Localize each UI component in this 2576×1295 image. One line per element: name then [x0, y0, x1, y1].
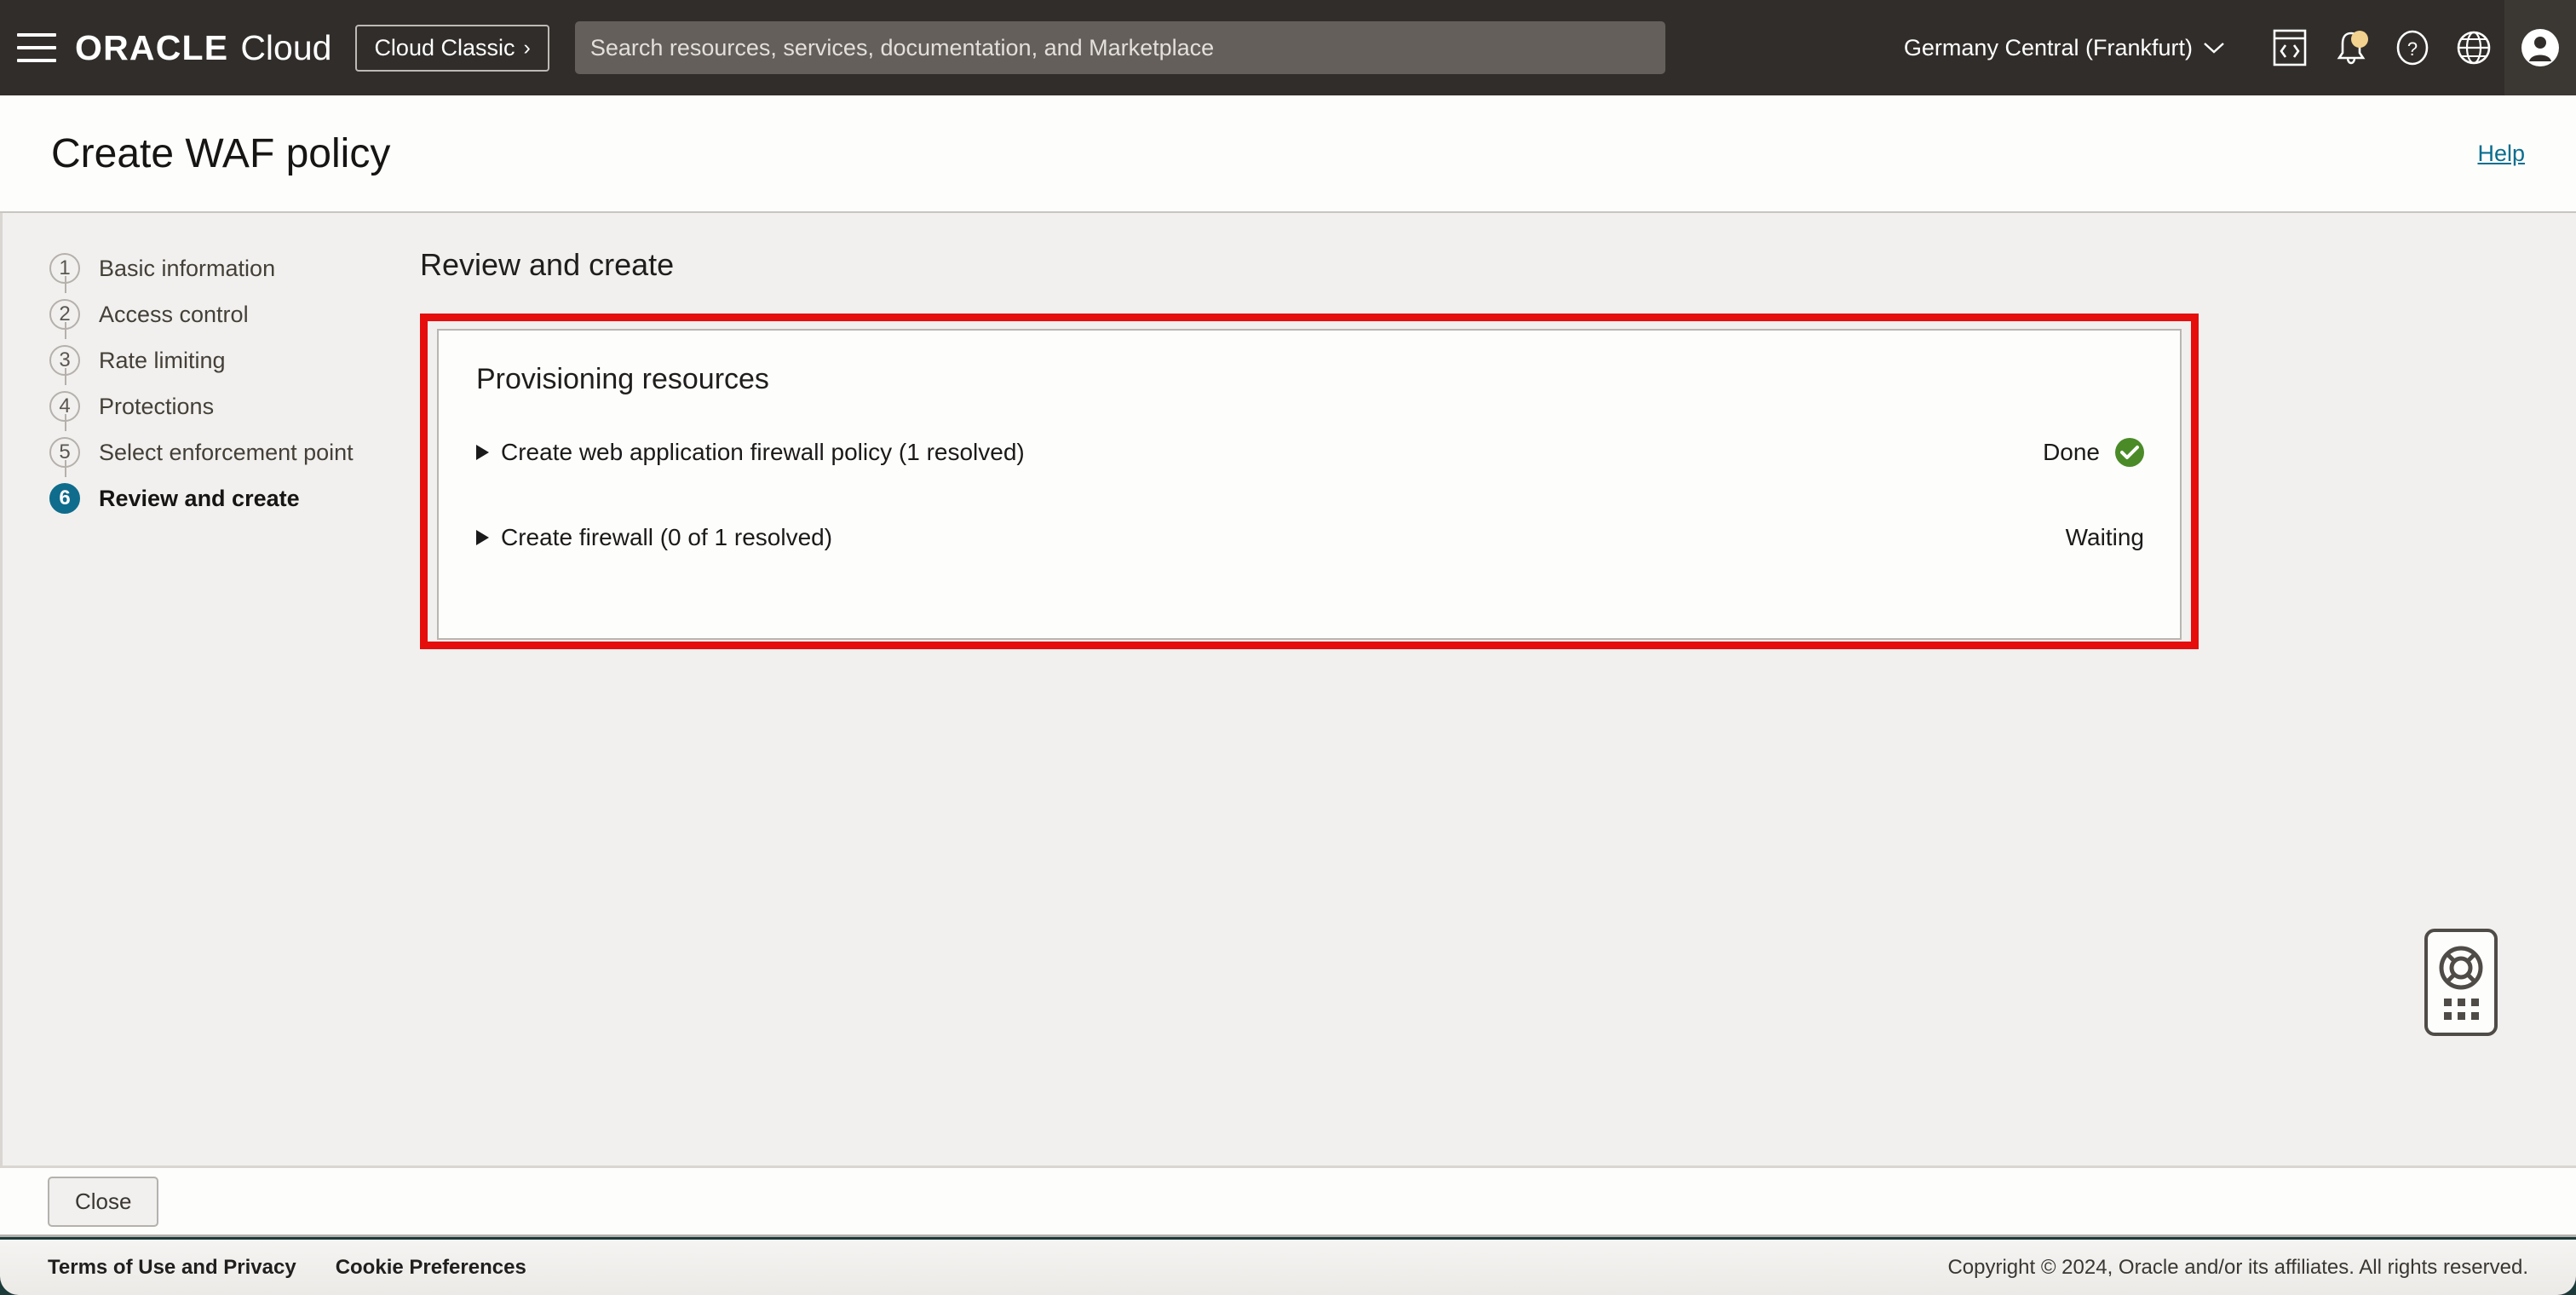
resource-status-group: Waiting	[2066, 524, 2144, 551]
page-body: 1 Basic information 2 Access control 3 R…	[0, 213, 2576, 1166]
resource-label: Create web application firewall policy (…	[501, 439, 1025, 465]
language-globe-icon[interactable]	[2443, 0, 2504, 95]
sidebar-item-review-and-create[interactable]: 6 Review and create	[49, 475, 390, 521]
status-text: Done	[2043, 439, 2100, 465]
user-avatar-icon[interactable]	[2504, 0, 2576, 95]
cookie-preferences-link[interactable]: Cookie Preferences	[336, 1256, 526, 1280]
step-number-badge: 4	[49, 391, 80, 422]
sidebar-item-access-control[interactable]: 2 Access control	[49, 291, 390, 339]
app-root: ORACLE Cloud Cloud Classic › Germany Cen…	[0, 0, 2576, 1295]
chevron-right-icon: ›	[523, 35, 531, 60]
support-widget-button[interactable]	[2424, 929, 2498, 1036]
collapsed-triangle-icon[interactable]	[476, 530, 489, 545]
section-title: Review and create	[420, 247, 675, 282]
collapsed-triangle-icon[interactable]	[476, 445, 489, 460]
copyright-text: Copyright © 2024, Oracle and/or its affi…	[1947, 1255, 2528, 1279]
oracle-cloud-logo[interactable]: ORACLE Cloud	[75, 28, 331, 68]
chevron-down-icon	[2204, 43, 2224, 54]
search-input[interactable]	[589, 34, 1650, 61]
sidebar-item-protections[interactable]: 4 Protections	[49, 383, 390, 431]
top-nav-right-cluster: Germany Central (Frankfurt) ?	[1904, 0, 2576, 95]
wizard-step-list: 1 Basic information 2 Access control 3 R…	[49, 245, 390, 521]
cloud-classic-button[interactable]: Cloud Classic ›	[355, 24, 549, 72]
step-label: Select enforcement point	[99, 439, 354, 465]
step-number-badge: 2	[49, 299, 80, 330]
notification-badge-dot	[2351, 31, 2368, 48]
brand-cloud-text: Cloud	[240, 27, 332, 67]
step-label: Rate limiting	[99, 347, 226, 373]
top-navigation-bar: ORACLE Cloud Cloud Classic › Germany Cen…	[0, 0, 2576, 95]
step-label: Review and create	[99, 485, 300, 511]
hamburger-menu-icon[interactable]	[17, 33, 56, 62]
page-header-bar: Create WAF policy Help	[0, 95, 2576, 213]
step-number-badge: 1	[49, 253, 80, 284]
help-question-icon[interactable]: ?	[2382, 0, 2443, 95]
card-title: Provisioning resources	[476, 363, 769, 395]
region-selector[interactable]: Germany Central (Frankfurt)	[1904, 35, 2225, 61]
resource-status-group: Done	[2043, 438, 2144, 467]
step-label: Access control	[99, 301, 249, 327]
provisioning-resources-card: Provisioning resources Create web applic…	[437, 329, 2182, 640]
page-footer: Terms of Use and Privacy Cookie Preferen…	[0, 1240, 2576, 1295]
main-content: Review and create Provisioning resources…	[420, 213, 2199, 649]
step-number-badge: 3	[49, 345, 80, 376]
cloud-classic-label: Cloud Classic	[374, 34, 515, 60]
step-label: Basic information	[99, 255, 276, 281]
terms-of-use-link[interactable]: Terms of Use and Privacy	[48, 1256, 296, 1280]
status-text: Waiting	[2065, 524, 2144, 550]
cloud-shell-icon[interactable]	[2259, 0, 2320, 95]
sidebar-item-basic-information[interactable]: 1 Basic information	[49, 245, 390, 293]
footer-links: Terms of Use and Privacy Cookie Preferen…	[48, 1256, 526, 1280]
resource-row-waf-policy[interactable]: Create web application firewall policy (…	[439, 432, 2180, 473]
global-search-box[interactable]	[574, 21, 1665, 74]
bottom-action-bar: Close	[0, 1166, 2576, 1237]
close-button[interactable]: Close	[48, 1176, 159, 1227]
step-number-badge: 6	[49, 483, 80, 514]
resource-row-firewall[interactable]: Create firewall (0 of 1 resolved) Waitin…	[439, 517, 2180, 558]
sidebar-item-select-enforcement-point[interactable]: 5 Select enforcement point	[49, 429, 390, 477]
step-label: Protections	[99, 393, 215, 419]
step-number-badge: 5	[49, 437, 80, 468]
brand-oracle-text: ORACLE	[75, 27, 229, 67]
success-check-icon	[2115, 438, 2144, 467]
help-link[interactable]: Help	[2477, 141, 2525, 167]
region-label: Germany Central (Frankfurt)	[1903, 34, 2193, 60]
lifebuoy-support-icon	[2439, 946, 2483, 990]
svg-text:?: ?	[2407, 38, 2418, 60]
resource-label: Create firewall (0 of 1 resolved)	[501, 524, 833, 550]
sidebar-item-rate-limiting[interactable]: 3 Rate limiting	[49, 337, 390, 385]
page-title: Create WAF policy	[51, 130, 391, 176]
notifications-bell-icon[interactable]	[2320, 0, 2382, 95]
nine-dots-grid-icon	[2443, 999, 2479, 1020]
highlight-outline: Provisioning resources Create web applic…	[420, 314, 2199, 649]
